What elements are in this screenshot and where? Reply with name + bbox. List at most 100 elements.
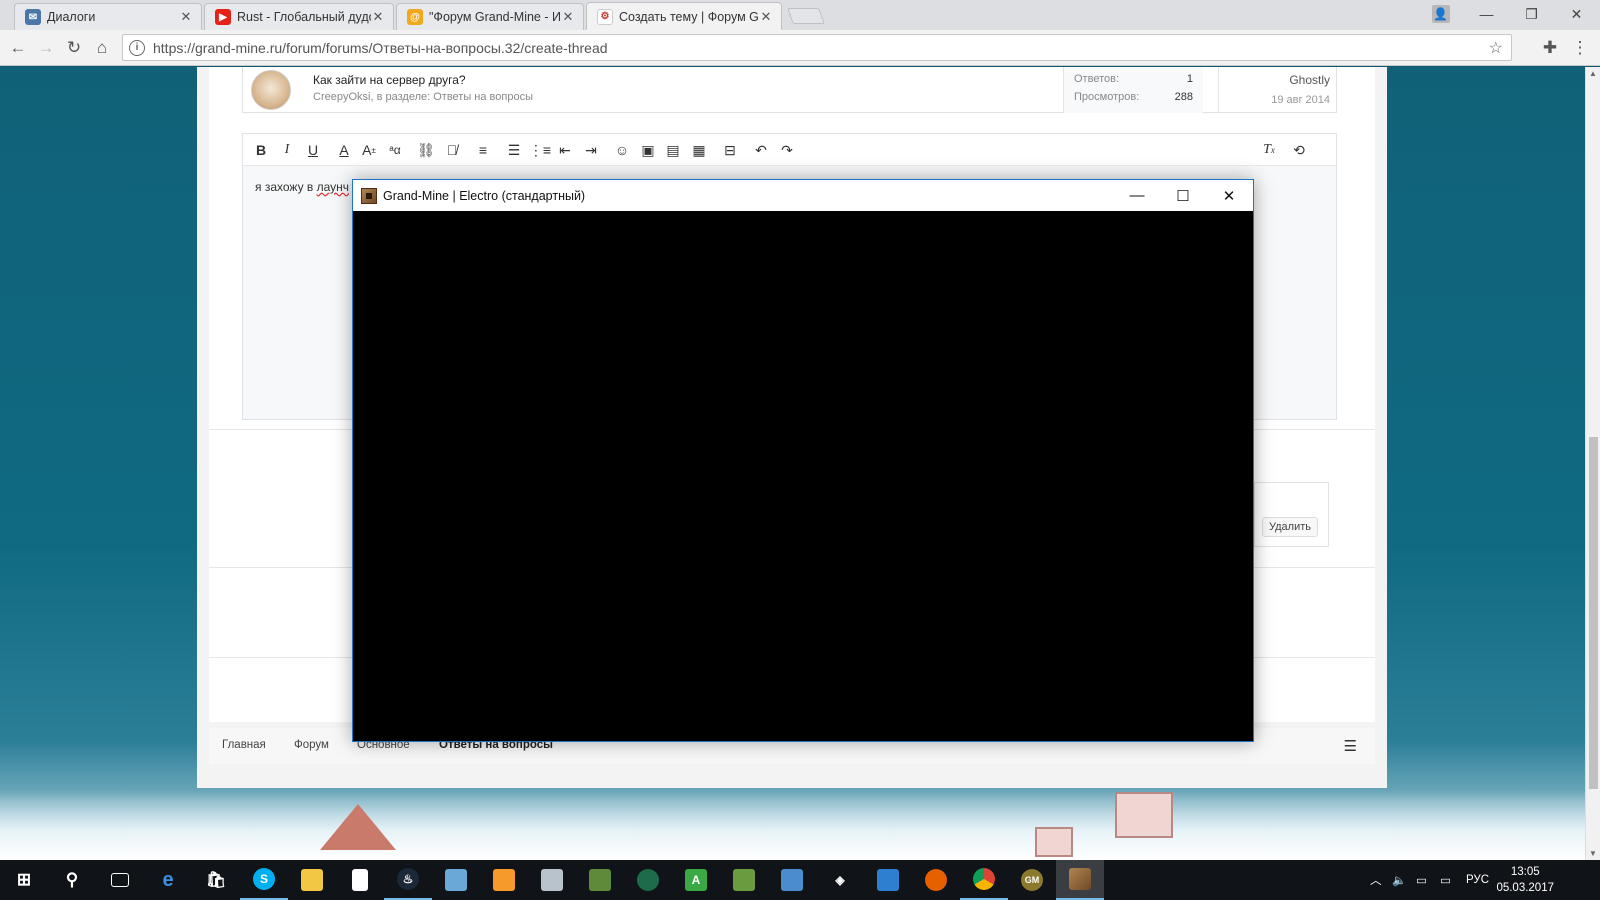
- extensions-icon[interactable]: ✚: [1538, 36, 1562, 60]
- italic-button[interactable]: I: [277, 140, 297, 160]
- text-color-button[interactable]: A: [334, 140, 354, 160]
- scroll-thumb[interactable]: [1589, 437, 1598, 789]
- notepad-button[interactable]: [336, 860, 384, 900]
- forward-icon[interactable]: →: [34, 36, 58, 60]
- explorer-button[interactable]: [288, 860, 336, 900]
- align-button[interactable]: ≡: [473, 140, 493, 160]
- skype-icon: S: [253, 868, 275, 890]
- task-view-button[interactable]: [96, 860, 144, 900]
- network-icon[interactable]: ▭: [1416, 860, 1427, 900]
- close-tab-icon[interactable]: ✕: [561, 9, 575, 25]
- list-menu-icon[interactable]: ☰: [1344, 737, 1357, 755]
- toggle-bbcode-button[interactable]: ⟲: [1289, 140, 1309, 160]
- profile-icon[interactable]: 👤: [1418, 0, 1463, 28]
- start-button[interactable]: ⊞: [0, 860, 48, 900]
- chest-icon: [1069, 868, 1091, 890]
- breadcrumb-home[interactable]: Главная: [222, 739, 266, 751]
- show-hidden-icons[interactable]: ︿: [1370, 860, 1382, 900]
- undo-button[interactable]: ↶: [751, 140, 771, 160]
- link-button[interactable]: ⛓: [416, 140, 436, 160]
- home-icon[interactable]: ⌂: [90, 36, 114, 60]
- app-button[interactable]: A: [672, 860, 720, 900]
- edge-icon: e: [162, 868, 174, 891]
- bookmark-star-icon[interactable]: ☆: [1489, 38, 1503, 58]
- editor-text[interactable]: я захожу в лаунч: [255, 180, 349, 194]
- similar-thread-row[interactable]: Как зайти на сервер друга? CreepyOksi, в…: [242, 67, 1337, 113]
- firefox-button[interactable]: [912, 860, 960, 900]
- minecraft-button[interactable]: [576, 860, 624, 900]
- indent-button[interactable]: ⇥: [581, 140, 601, 160]
- save-draft-button[interactable]: ⊟: [720, 140, 740, 160]
- back-icon[interactable]: ←: [6, 36, 30, 60]
- app-button[interactable]: [768, 860, 816, 900]
- redo-button[interactable]: ↷: [777, 140, 797, 160]
- maximize-window-button[interactable]: ☐: [1160, 180, 1206, 211]
- chrome-button[interactable]: [960, 860, 1008, 900]
- font-size-button[interactable]: A ±: [359, 140, 379, 160]
- unlink-button[interactable]: ⛓̸: [442, 140, 462, 160]
- reload-icon[interactable]: ↻: [62, 36, 86, 60]
- page-scrollbar[interactable]: ▲ ▼: [1585, 67, 1600, 860]
- font-family-button[interactable]: ᵃα: [385, 140, 405, 160]
- firefox-icon: [925, 869, 947, 891]
- tab-dialogs[interactable]: ✉ Диалоги ✕: [14, 3, 202, 30]
- clock[interactable]: 13:05 05.03.2017: [1496, 864, 1554, 896]
- steam-button[interactable]: ♨: [384, 860, 432, 900]
- search-button[interactable]: ⚲: [48, 860, 96, 900]
- last-post-user-link[interactable]: Ghostly: [1289, 73, 1330, 87]
- app-button[interactable]: [480, 860, 528, 900]
- media-button[interactable]: ▤: [663, 140, 683, 160]
- underline-button[interactable]: U: [303, 140, 323, 160]
- thread-author-link[interactable]: CreepyOksi: [313, 91, 370, 103]
- tab-mail[interactable]: @ "Форум Grand-Mine - И ✕: [396, 3, 584, 30]
- address-bar[interactable]: i https://grand-mine.ru/forum/forums/Отв…: [122, 34, 1512, 61]
- remove-format-button[interactable]: Tx: [1259, 140, 1279, 160]
- thread-section-link[interactable]: Ответы на вопросы: [433, 91, 533, 103]
- browser-menu-icon[interactable]: ⋮: [1568, 36, 1592, 60]
- bullet-list-button[interactable]: ☰: [504, 140, 524, 160]
- electro-taskbar-button[interactable]: [1056, 860, 1104, 900]
- app-button[interactable]: [864, 860, 912, 900]
- close-window-button[interactable]: ✕: [1206, 180, 1252, 211]
- store-button[interactable]: 🛍: [192, 860, 240, 900]
- action-center-icon[interactable]: ▭: [1440, 860, 1451, 900]
- last-post-date[interactable]: 19 авг 2014: [1271, 94, 1330, 106]
- tab-youtube[interactable]: ▶ Rust - Глобальный дудо ✕: [204, 3, 394, 30]
- image-button[interactable]: ▣: [638, 140, 658, 160]
- edge-button[interactable]: e: [144, 860, 192, 900]
- breadcrumb-forum[interactable]: Форум: [294, 739, 329, 751]
- close-browser-button[interactable]: ✕: [1554, 0, 1599, 28]
- scroll-up-icon[interactable]: ▲: [1589, 69, 1597, 78]
- numbered-list-button[interactable]: ⋮≡: [529, 140, 551, 160]
- tab-create-thread[interactable]: ⚙ Создать тему | Форум G ✕: [586, 2, 782, 30]
- clock-time: 13:05: [1510, 866, 1540, 878]
- close-tab-icon[interactable]: ✕: [371, 9, 385, 25]
- minimize-browser-button[interactable]: —: [1464, 0, 1509, 28]
- site-info-icon[interactable]: i: [129, 39, 145, 56]
- close-tab-icon[interactable]: ✕: [179, 9, 193, 25]
- new-tab-button[interactable]: [787, 8, 825, 24]
- language-indicator[interactable]: РУС: [1466, 860, 1489, 900]
- unity-button[interactable]: ◈: [816, 860, 864, 900]
- electro-canvas[interactable]: [353, 211, 1253, 741]
- minecraft-button[interactable]: [720, 860, 768, 900]
- window-icon: [877, 869, 899, 891]
- insert-button[interactable]: ▦: [689, 140, 709, 160]
- restore-browser-button[interactable]: ❐: [1509, 0, 1554, 28]
- app-button[interactable]: [432, 860, 480, 900]
- skype-button[interactable]: S: [240, 860, 288, 900]
- thread-title-link[interactable]: Как зайти на сервер друга?: [313, 73, 466, 87]
- grand-mine-button[interactable]: GM: [1008, 860, 1056, 900]
- app-button[interactable]: [528, 860, 576, 900]
- outdent-button[interactable]: ⇤: [555, 140, 575, 160]
- app-button[interactable]: [624, 860, 672, 900]
- avatar[interactable]: [251, 70, 291, 110]
- url-text[interactable]: https://grand-mine.ru/forum/forums/Ответ…: [153, 40, 1489, 56]
- smiley-button[interactable]: ☺: [612, 140, 632, 160]
- minimize-window-button[interactable]: —: [1114, 180, 1160, 211]
- close-tab-icon[interactable]: ✕: [759, 9, 773, 25]
- volume-icon[interactable]: 🔈: [1392, 860, 1406, 900]
- delete-attachment-button[interactable]: Удалить: [1262, 517, 1318, 537]
- scroll-down-icon[interactable]: ▼: [1589, 849, 1597, 858]
- bold-button[interactable]: B: [251, 140, 271, 160]
